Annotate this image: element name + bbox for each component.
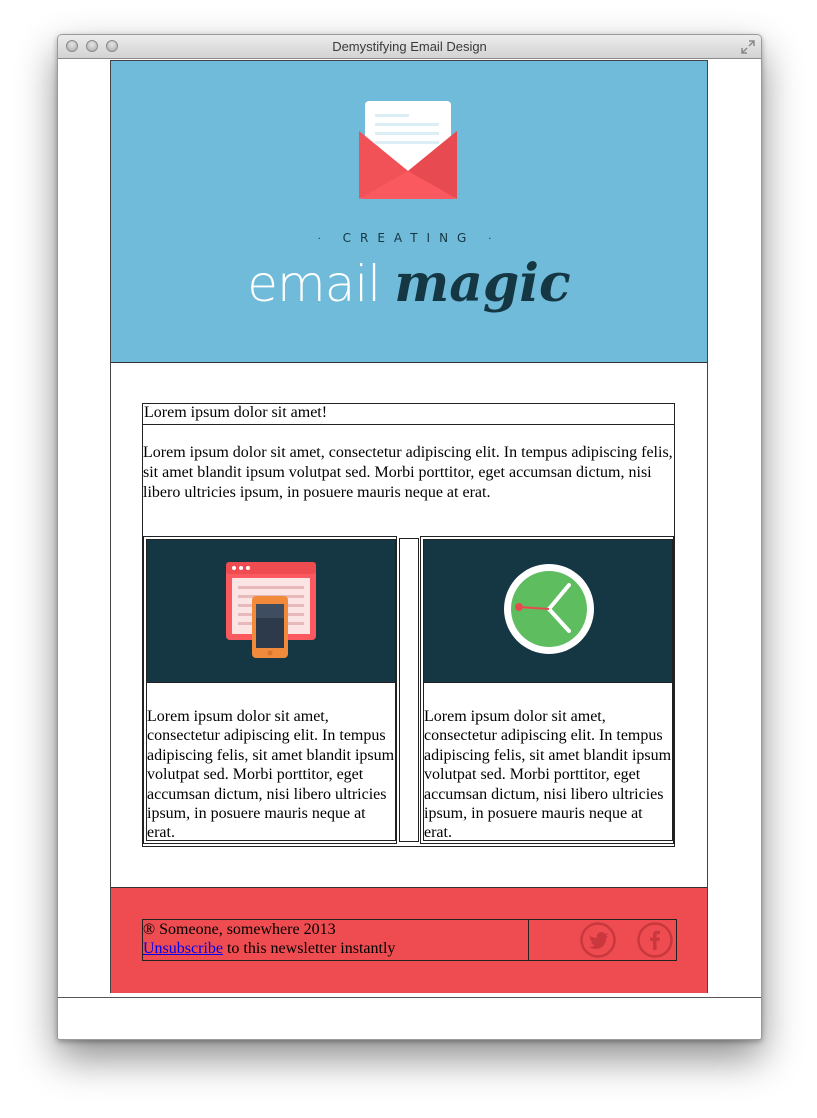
column-left-inner: Lorem ipsum dolor sit amet, consectetur … <box>146 539 396 841</box>
creating-tagline: · CREATING · <box>317 231 501 245</box>
unsubscribe-line: Unsubscribe to this newsletter instantly <box>143 939 528 958</box>
column-left: Lorem ipsum dolor sit amet, consectetur … <box>143 536 397 844</box>
window-title: Demystifying Email Design <box>332 39 487 54</box>
responsive-devices-icon <box>226 562 318 665</box>
envelope-icon <box>359 101 459 206</box>
twitter-icon[interactable] <box>580 922 616 958</box>
copyright-text: ® Someone, somewhere 2013 <box>143 921 336 938</box>
page-content: · CREATING · email magic Lorem ipsum dol… <box>58 59 761 998</box>
email-magic-logo: email magic <box>111 253 707 314</box>
unsubscribe-link[interactable]: Unsubscribe <box>143 940 223 957</box>
logo-word-magic: magic <box>394 253 571 314</box>
column-right-text: Lorem ipsum dolor sit amet, consectetur … <box>424 708 672 842</box>
fullscreen-icon[interactable] <box>741 40 755 59</box>
unsubscribe-suffix: to this newsletter instantly <box>222 940 396 957</box>
footer-table: ® Someone, somewhere 2013 Unsubscribe to… <box>142 919 677 961</box>
column-right-image <box>424 540 672 683</box>
footer-text-cell: ® Someone, somewhere 2013 Unsubscribe to… <box>143 920 529 960</box>
email-container: · CREATING · email magic Lorem ipsum dol… <box>110 60 708 993</box>
title-bar: Demystifying Email Design <box>58 35 761 59</box>
intro-heading: Lorem ipsum dolor sit amet! <box>143 404 675 425</box>
two-column-section: Lorem ipsum dolor sit amet, consectetur … <box>143 536 676 846</box>
clock-icon <box>503 563 595 660</box>
intro-text: Lorem ipsum dolor sit amet, consectetur … <box>143 444 673 501</box>
email-body: Lorem ipsum dolor sit amet! Lorem ipsum … <box>111 363 707 887</box>
column-gutter <box>399 538 419 842</box>
column-right: Lorem ipsum dolor sit amet, consectetur … <box>420 536 674 844</box>
email-header: · CREATING · email magic <box>111 61 707 363</box>
column-left-image <box>147 540 395 683</box>
creating-label: CREATING <box>342 231 476 245</box>
facebook-icon[interactable] <box>637 922 673 958</box>
column-right-inner: Lorem ipsum dolor sit amet, consectetur … <box>423 539 673 841</box>
logo-word-email: email <box>247 255 381 313</box>
column-left-text: Lorem ipsum dolor sit amet, consectetur … <box>147 708 395 842</box>
browser-window: Demystifying Email Design · CREATING · e… <box>57 34 762 1040</box>
window-bottom <box>58 998 761 1039</box>
email-footer: ® Someone, somewhere 2013 Unsubscribe to… <box>111 887 707 993</box>
content-table: Lorem ipsum dolor sit amet! Lorem ipsum … <box>142 403 675 847</box>
